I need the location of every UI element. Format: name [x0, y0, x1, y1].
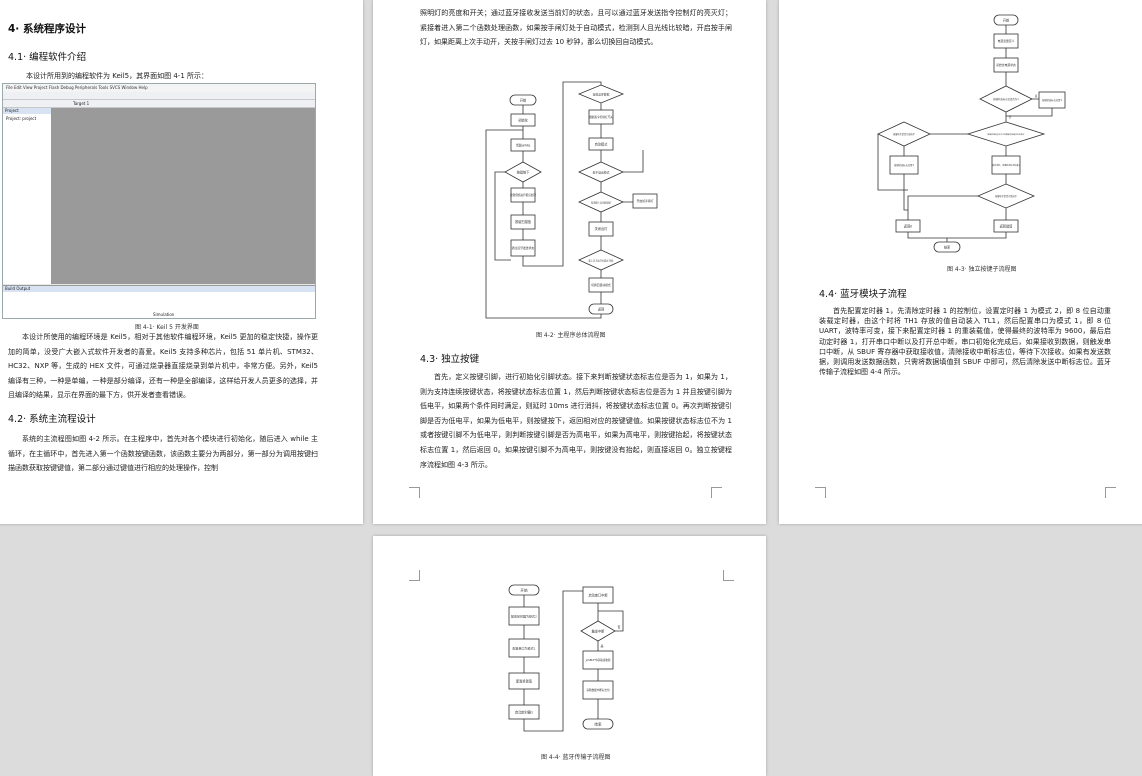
flowchart-independent-key: 开始 电源变量定义 初始化电源状态 按键状态标志位是否为1 按键状态标志位置1 …: [877, 14, 1066, 253]
crop-mark-right: [1105, 487, 1116, 498]
crop-mark-left: [815, 487, 826, 498]
keil-target-label: Target 1: [73, 101, 90, 106]
heading-4-3: 4.3· 独立按键: [420, 354, 480, 365]
bt-start-label: 开始: [520, 588, 528, 593]
bt-p4-label: 启动定时器1: [515, 710, 533, 715]
bt-d1-label: 触发中断: [592, 629, 606, 634]
key-delay-label: 延时消抖，按键状态标志位置0: [992, 163, 1020, 167]
bt-end-label: 结束: [594, 722, 602, 727]
flow-bt-diamond-label: 接收蓝牙数据: [593, 93, 610, 97]
heading-4-4: 4.4· 蓝牙模块子流程: [819, 289, 907, 300]
flow-key-proc-label: 按键键值进行相应处理: [510, 193, 536, 197]
flow-bt-send-label: 通过蓝牙发送状态: [512, 246, 535, 250]
keil-output-panel: Build Output Simulation: [3, 285, 315, 318]
flow-auto-mode-label: 自动模式: [595, 142, 609, 147]
keil-editor-area: [52, 108, 315, 284]
document-page-2: 照明灯的亮度和开关；通过蓝牙接收发送当前灯的状态，且可以通过蓝牙发送指令控制灯的…: [373, 0, 766, 524]
key-no-label-1: 否: [1009, 115, 1012, 119]
flow-end-label: 返回: [598, 307, 604, 312]
key-flag-diamond-label: 按键状态标志位是否为1: [993, 97, 1019, 101]
paragraph-4-4-body: 首先配置定时器 1，先清除定时器 1 的控制位，设置定时器 1 为模式 2，即 …: [819, 307, 1111, 377]
heading-4-1: 4.1· 编程软件介绍: [8, 52, 87, 63]
key-retkey-label: 返回键值: [1000, 224, 1014, 229]
document-page-4: 开始 配置定时器为模式2 配置串口为模式1 配置重置值 启动定时器1 启动串口中…: [373, 536, 766, 776]
flow-close-label: 关闭台灯: [595, 226, 609, 231]
key-low-diamond-label: 按键电平是否为低电平: [995, 194, 1018, 198]
bt-q2-label: 从SBUF中获取接收值: [586, 658, 611, 662]
flowchart-bluetooth: 开始 配置定时器为模式2 配置串口为模式1 配置重置值 启动定时器1 启动串口中…: [508, 584, 624, 732]
key-flag-set-label: 按键状态标志位置1: [1042, 98, 1062, 102]
keil5-screenshot: File Edit View Project Flash Debug Perip…: [2, 83, 316, 319]
keil-project-panel: Project Project: project: [3, 108, 52, 284]
key-high-diamond-label: 按键电平是否为高电平: [893, 132, 916, 136]
flow-bt-proc-label: 根据指令控制灯开关: [589, 115, 613, 119]
paragraph-4-2-body: 系统的主流程图如图 4-2 所示。在主程序中，首先对各个模块进行初始化，随后进入…: [8, 435, 318, 473]
document-page-1: 4· 系统程序设计 4.1· 编程软件介绍 本设计所用到的编程软件为 Keil5…: [0, 0, 363, 524]
crop-mark-top-left: [409, 570, 420, 581]
figure-4-4-caption: 图 4-4· 蓝牙传输子流程图: [541, 754, 611, 761]
keil-project-item: Project: project: [6, 116, 37, 121]
crop-mark-tr: [711, 487, 722, 498]
paragraph-4-1-body: 本设计所使用的编程环境是 Keil5，相对于其他软件编程环境，Keil5 更加的…: [8, 333, 318, 400]
flow-main-branches: [494, 150, 644, 261]
flow-person-diamond-label: 检测到人且光线较暗: [591, 201, 611, 205]
bt-p1-label: 配置定时器为模式2: [511, 614, 537, 619]
flow-loop-label: 当前while: [516, 143, 531, 148]
heading-4-2: 4.2· 系统主流程设计: [8, 414, 96, 425]
keil-toolbar-2: Target 1: [3, 100, 315, 108]
heading-chapter-4: 4· 系统程序设计: [8, 23, 86, 35]
flow-start-label: 开始: [520, 98, 527, 103]
bt-yes-label: 是: [600, 643, 603, 648]
key-start-label: 开始: [1003, 18, 1010, 23]
document-page-3: 开始 电源变量定义 初始化电源状态 按键状态标志位是否为1 按键状态标志位置1 …: [779, 0, 1142, 524]
keil-output-title: Build Output: [3, 286, 315, 292]
key-yes-label-1: 是: [1035, 94, 1038, 98]
keil-toolbar-1: [3, 92, 315, 100]
paragraph-4-1-intro: 本设计所用到的编程软件为 Keil5，其界面如图 4-1 所示：: [26, 72, 208, 80]
bt-q3-label: 清除数据中断标志位: [586, 688, 610, 692]
flow-key-scan-label: 按键扫描值: [515, 219, 532, 224]
paragraph-4-3-body: 首先，定义按键引脚，进行初始化引脚状态。接下来判断按键状态标志位是否为 1，如果…: [420, 373, 732, 469]
flow-init-label: 初始化: [518, 118, 528, 123]
crop-mark-tl: [409, 487, 420, 498]
flow-key-diamond-label: 按键按下: [517, 170, 531, 175]
key-ret0-label: 返回0: [904, 224, 912, 229]
flow-auto-diamond-label: 处于自动模式: [593, 171, 610, 175]
flowchart-main-program: 开始 初始化 当前while 按键按下 按键键值进行相应处理 按键扫描值 通过蓝…: [485, 81, 658, 319]
key-flag1-label: 按键状态标志位置1: [894, 163, 914, 167]
paragraph-4-2-continued: 照明灯的亮度和开关；通过蓝牙接收发送当前灯的状态，且可以通过蓝牙发送指令控制灯的…: [420, 9, 732, 47]
bt-p2-label: 配置串口为模式1: [513, 646, 536, 651]
figure-4-3-caption: 图 4-3· 独立按键子流程图: [947, 266, 1017, 273]
key-end-label: 结束: [944, 245, 951, 250]
bt-q1-label: 启动串口中断: [588, 593, 608, 598]
flow-timeout-diamond-label: 距上次手动开关超过10秒: [589, 259, 614, 263]
flow-switch-label: 切换回自动模式: [591, 283, 611, 287]
keil-menubar: File Edit View Project Flash Debug Perip…: [3, 84, 315, 92]
keil-status: Simulation: [153, 312, 175, 317]
flow-open-label: 开启按手闸灯: [637, 199, 654, 203]
crop-mark-top-right: [723, 570, 734, 581]
key-both-diamond-label: 按键状态标志位为1且按键引脚是否为低电平: [987, 132, 1024, 136]
figure-4-2-caption: 图 4-2· 主程序总体流程图: [536, 332, 606, 339]
key-define-label: 电源变量定义: [998, 39, 1015, 43]
bt-p3-label: 配置重置值: [516, 679, 533, 684]
bt-no-label: 否: [617, 625, 620, 629]
key-init-label: 初始化电源状态: [996, 63, 1016, 67]
